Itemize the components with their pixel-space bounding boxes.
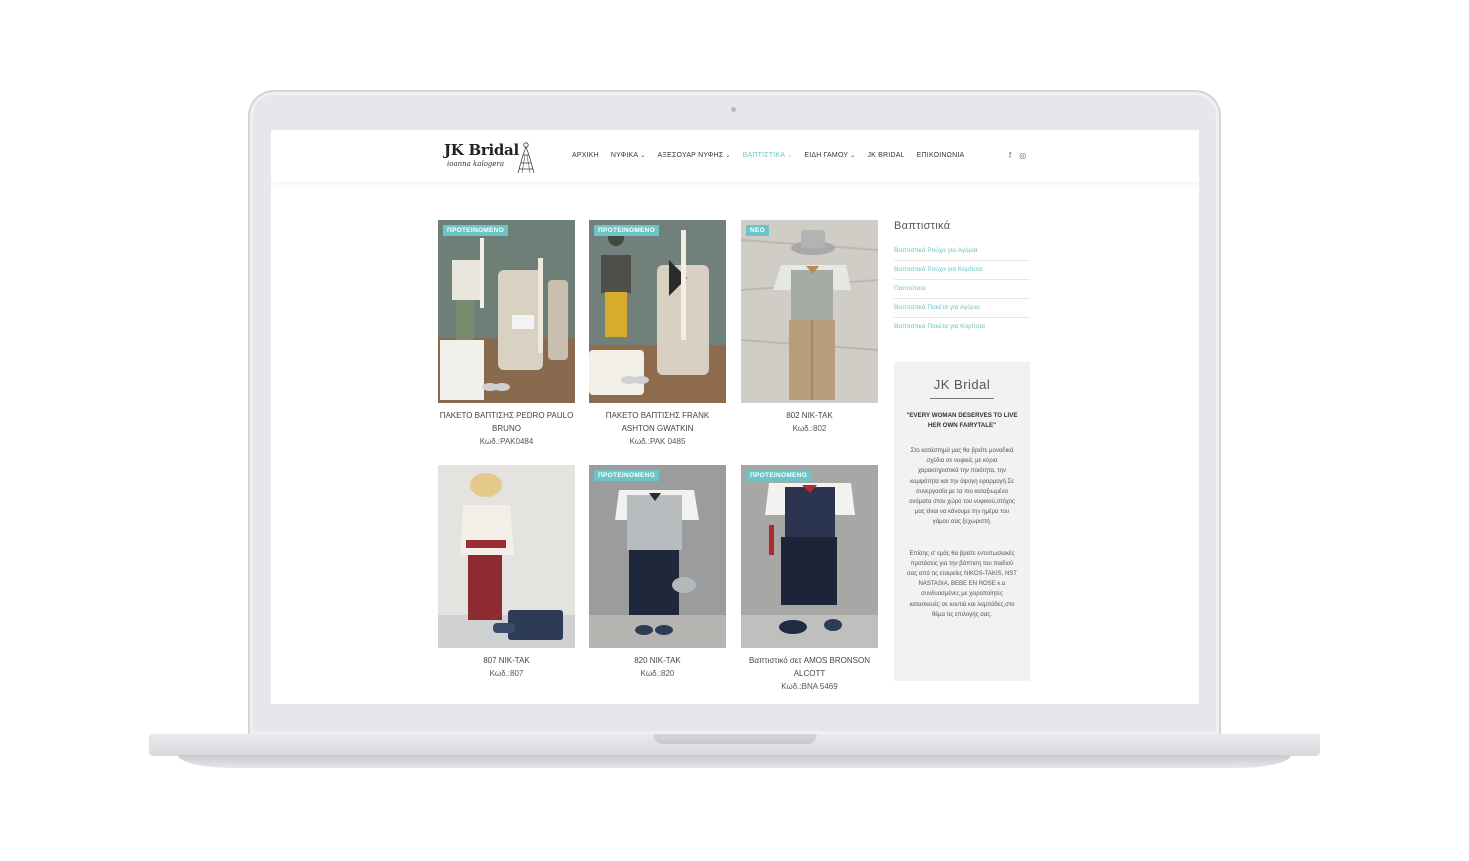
sidebar-link[interactable]: Βαπτιστικά Πακέτα για Αγόρια	[894, 299, 1030, 318]
product-image[interactable]: ΠΡΟΤΕΙΝΟΜΕΝΟ	[589, 220, 726, 403]
product-code: Κωδ.:PAK 0485	[629, 437, 686, 446]
site-header: JK Bridal ioanna kalogera ΑΡΧΙΚΗ ΝΥΦΙΚΑ ⌄…	[271, 130, 1199, 182]
sidebar-title: Βαπτιστικά	[894, 220, 951, 232]
product-code: Κωδ.:802	[792, 424, 827, 433]
sidebar-link[interactable]: Βαπτιστικά Ρούχα για Κορίτσια	[894, 261, 1030, 280]
product-photo-outfit	[589, 465, 726, 648]
product-image[interactable]: ΠΡΟΤΕΙΝΟΜΕΝΟ	[741, 465, 878, 648]
logo-text: JK Bridal	[444, 141, 519, 159]
screen: JK Bridal ioanna kalogera ΑΡΧΙΚΗ ΝΥΦΙΚΑ ⌄…	[271, 130, 1199, 704]
product-code: Κωδ.:820	[640, 669, 675, 678]
product-card[interactable]: ΠΡΟΤΕΙΝΟΜΕΝΟ ΠΑΚΕΤΟ ΒΑΠΤΙΣΗΣ PEDRO PAULO…	[438, 220, 575, 448]
nav-home[interactable]: ΑΡΧΙΚΗ	[572, 152, 599, 159]
product-name[interactable]: 820 NIK-TAK	[589, 654, 726, 667]
nav-contact[interactable]: ΕΠΙΚΟΙΝΩΝΙΑ	[917, 152, 965, 159]
chevron-down-icon: ⌄	[640, 153, 646, 159]
nav-contact-label: ΕΠΙΚΟΙΝΩΝΙΑ	[916, 152, 965, 159]
product-photo-christening-package	[438, 220, 575, 403]
product-badge: ΝΕΟ	[746, 225, 769, 236]
nav-christening-label: ΒΑΠΤΙΣΤΙΚΑ	[742, 152, 786, 159]
instagram-icon[interactable]: ◎	[1019, 151, 1026, 160]
about-divider	[930, 398, 994, 399]
product-badge: ΠΡΟΤΕΙΝΟΜΕΝΟ	[443, 225, 509, 236]
product-card[interactable]: ΠΡΟΤΕΙΝΟΜΕΝΟ 820 NIK-TAK Κωδ.:820	[589, 465, 726, 680]
product-name[interactable]: ΠΑΚΕΤΟ ΒΑΠΤΙΣΗΣ PEDRO PAULO BRUNO	[438, 409, 575, 435]
site-logo[interactable]: JK Bridal ioanna kalogera	[444, 141, 544, 175]
nav-jk-bridal-label: JK BRIDAL	[867, 152, 905, 159]
nav-home-label: ΑΡΧΙΚΗ	[572, 152, 599, 159]
product-photo-outfit	[741, 465, 878, 648]
laptop-notch	[653, 734, 817, 744]
product-name[interactable]: ΠΑΚΕΤΟ ΒΑΠΤΙΣΗΣ FRANK ASHTON GWATKIN	[589, 409, 726, 435]
product-badge: ΠΡΟΤΕΙΝΟΜΕΝΟ	[746, 470, 812, 481]
product-photo-outfit	[438, 465, 575, 648]
bride-silhouette-icon	[517, 142, 535, 174]
product-name[interactable]: 802 NIK-TAK	[741, 409, 878, 422]
nav-wedding-items[interactable]: ΕΙΔΗ ΓΑΜΟΥ ⌄	[804, 152, 855, 159]
product-badge: ΠΡΟΤΕΙΝΟΜΕΝΟ	[594, 225, 660, 236]
product-code: Κωδ.:BNA 5469	[781, 682, 838, 691]
product-code: Κωδ.:807	[489, 669, 524, 678]
nav-bridal-accessories-label: ΑΞΕΣΟΥΑΡ ΝΥΦΗΣ	[657, 152, 724, 159]
product-image[interactable]: ΠΡΟΤΕΙΝΟΜΕΝΟ	[438, 220, 575, 403]
product-badge: ΠΡΟΤΕΙΝΟΜΕΝΟ	[594, 470, 660, 481]
product-name[interactable]: Βαπτιστικό σετ AMOS BRONSON ALCOTT	[741, 654, 878, 680]
product-card[interactable]: ΠΡΟΤΕΙΝΟΜΕΝΟ Βαπτιστικό σετ AMOS BRONSON…	[741, 465, 878, 693]
nav-wedding-items-label: ΕΙΔΗ ΓΑΜΟΥ	[804, 152, 849, 159]
about-quote: "EVERY WOMAN DESERVES TO LIVE HER OWN FA…	[906, 412, 1018, 429]
logo-signature: ioanna kalogera	[447, 160, 505, 168]
nav-wedding-dresses[interactable]: ΝΥΦΙΚΑ ⌄	[611, 152, 646, 159]
chevron-down-icon: ⌄	[787, 153, 793, 159]
sidebar-categories: Βαπτιστικά Βαπτιστικά Ρούχα για Αγόρια Β…	[894, 220, 1030, 336]
about-paragraph: Επίσης σ' εμάς θα βρείτε εντυπωσιακές πρ…	[907, 550, 1017, 618]
about-box: JK Bridal "EVERY WOMAN DESERVES TO LIVE …	[894, 362, 1030, 681]
product-image[interactable]: ΝΕΟ	[741, 220, 878, 403]
nav-jk-bridal[interactable]: JK BRIDAL	[867, 152, 904, 159]
laptop-base-foot	[178, 755, 1291, 768]
chevron-down-icon: ⌄	[725, 153, 731, 159]
nav-christening[interactable]: ΒΑΠΤΙΣΤΙΚΑ ⌄	[743, 152, 793, 159]
about-paragraph: Στο κατάστημά μας θα βρείτε μοναδικά σχέ…	[909, 448, 1015, 526]
product-card[interactable]: ΠΡΟΤΕΙΝΟΜΕΝΟ ΠΑΚΕΤΟ ΒΑΠΤΙΣΗΣ FRANK ASHTO…	[589, 220, 726, 448]
facebook-icon[interactable]: f	[1009, 151, 1011, 160]
product-photo-outfit	[741, 220, 878, 403]
product-code: Κωδ.:PAK0484	[479, 437, 534, 446]
sidebar-link[interactable]: Παπούτσια	[894, 280, 1030, 299]
product-image[interactable]	[438, 465, 575, 648]
product-photo-christening-package	[589, 220, 726, 403]
about-title: JK Bridal	[933, 377, 991, 392]
product-image[interactable]: ΠΡΟΤΕΙΝΟΜΕΝΟ	[589, 465, 726, 648]
sidebar-link[interactable]: Βαπτιστικά Πακέτα για Κορίτσια	[894, 318, 1030, 336]
product-name[interactable]: 807 NIK-TAK	[438, 654, 575, 667]
main-nav: ΑΡΧΙΚΗ ΝΥΦΙΚΑ ⌄ ΑΞΕΣΟΥΑΡ ΝΥΦΗΣ ⌄ ΒΑΠΤΙΣΤΙΚ…	[572, 152, 976, 159]
camera-dot	[731, 107, 736, 112]
social-links: f ◎	[1009, 151, 1026, 160]
sidebar-link[interactable]: Βαπτιστικά Ρούχα για Αγόρια	[894, 242, 1030, 261]
nav-bridal-accessories[interactable]: ΑΞΕΣΟΥΑΡ ΝΥΦΗΣ ⌄	[658, 152, 731, 159]
nav-wedding-dresses-label: ΝΥΦΙΚΑ	[610, 152, 639, 159]
product-card[interactable]: ΝΕΟ 802 NIK-TAK Κωδ.:802	[741, 220, 878, 435]
product-card[interactable]: 807 NIK-TAK Κωδ.:807	[438, 465, 575, 680]
chevron-down-icon: ⌄	[850, 153, 856, 159]
